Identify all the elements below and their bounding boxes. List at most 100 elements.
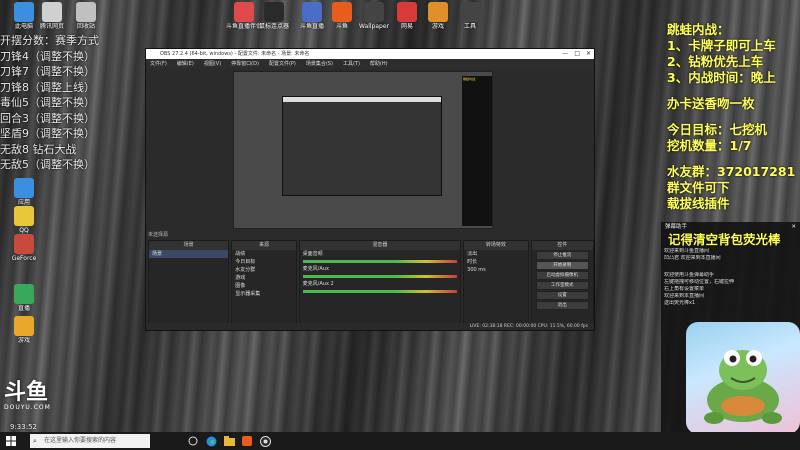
transition-type[interactable]: 淡出: [464, 250, 527, 258]
dock-title: 转场特效: [464, 241, 528, 250]
douyu-logo: 斗鱼 DOUYU.COM: [4, 382, 64, 412]
minimize-icon[interactable]: —: [562, 49, 568, 59]
nested-obs-preview: [282, 96, 442, 196]
menu-docks[interactable]: 停靠窗口(D): [231, 59, 259, 69]
source-item[interactable]: 游戏: [232, 274, 295, 282]
overlay-spacer: [667, 154, 800, 164]
taskbar-search-input[interactable]: ⌕ 在这里输入你要搜索的内容: [30, 434, 150, 448]
scene-panel-label: 未选择源: [148, 232, 169, 238]
overlay-line: 载拔线插件: [667, 196, 730, 211]
mixer-dock: 混音器 桌面音频 麦克风/Aux 麦克风/Aux 2: [298, 240, 462, 324]
source-item[interactable]: 水友分群: [232, 266, 295, 274]
search-icon: ⌕: [33, 437, 37, 445]
recycle-bin-icon: [76, 2, 96, 22]
obs-preview-canvas[interactable]: 跳蛙内战：: [233, 71, 493, 229]
edge-icon[interactable]: [202, 432, 220, 450]
overlay-line: 挖机数量：1/7: [667, 138, 752, 153]
chat-header: 弹幕助手 ✕: [661, 222, 800, 232]
virtual-camera-button[interactable]: 启动虚拟摄像机: [535, 271, 589, 280]
app-icon: [234, 2, 254, 22]
obs-statusbar: LIVE: 02:38:18 REC: 00:00:00 CPU: 11.5%,…: [146, 323, 594, 330]
dock-title: 场景: [149, 241, 229, 250]
chat-title: 弹幕助手: [665, 224, 688, 230]
overlay-spacer: [667, 112, 800, 122]
source-item[interactable]: 图像: [232, 282, 295, 290]
obs-window[interactable]: OBS 27.2.4 (64-bit, windows) - 配置文件: 未命名…: [145, 48, 595, 331]
app-icon: [14, 178, 34, 198]
exit-button[interactable]: 退出: [535, 301, 589, 310]
overlay-line: 办卡送香吻一枚: [667, 96, 755, 111]
window-title: OBS 27.2.4 (64-bit, windows) - 配置文件: 未命名…: [160, 51, 310, 57]
menu-profile[interactable]: 配置文件(P): [269, 59, 296, 69]
maximize-icon[interactable]: □: [574, 49, 580, 59]
app-icon: [397, 2, 417, 22]
scenes-dock: 场景 场景: [148, 240, 230, 324]
app-icon: [428, 2, 448, 22]
stream-clock: 9:33:52: [10, 423, 37, 431]
menu-edit[interactable]: 编辑(E): [177, 59, 194, 69]
menu-tools[interactable]: 工具(T): [343, 59, 360, 69]
desktop-icon-geforce[interactable]: GeForce: [2, 234, 46, 269]
chat-message: 欢迎来到本直播间: [664, 293, 705, 299]
desktop-icon-game-left[interactable]: 游戏: [2, 316, 46, 351]
close-icon[interactable]: ✕: [586, 49, 591, 59]
chat-message: 右上角有设置菜单: [664, 286, 705, 292]
nested-titlebar: [283, 97, 441, 102]
overlay-line: 毒仙5（调整不换）: [0, 96, 95, 109]
left-overlay-text: 开摆分数：赛季方式 刀锋4（调整不换） 刀锋7（调整不换） 刀锋8（调整上线） …: [0, 33, 110, 173]
settings-button[interactable]: 设置: [535, 291, 589, 300]
task-view-icon[interactable]: [184, 432, 202, 450]
close-icon[interactable]: ✕: [791, 222, 796, 232]
source-item[interactable]: 战绩: [232, 250, 295, 258]
menu-scene-collection[interactable]: 场景集合(S): [306, 59, 333, 69]
search-placeholder: 在这里输入你要搜索的内容: [44, 437, 117, 444]
overlay-line: 刀锋8（调整上线）: [0, 80, 95, 94]
volume-meter[interactable]: [302, 275, 458, 278]
volume-meter[interactable]: [302, 260, 458, 263]
app-icon: [460, 2, 480, 22]
menu-help[interactable]: 帮助(H): [370, 59, 388, 69]
app-icon: [364, 2, 384, 22]
source-item[interactable]: 今日目标: [232, 258, 295, 266]
mixer-track-name: 桌面音频: [302, 251, 323, 257]
volume-meter[interactable]: [302, 290, 458, 293]
stop-streaming-button[interactable]: 停止推流: [535, 251, 589, 260]
menu-file[interactable]: 文件(F): [150, 59, 167, 69]
obs-titlebar[interactable]: OBS 27.2.4 (64-bit, windows) - 配置文件: 未命名…: [146, 49, 594, 59]
studio-mode-button[interactable]: 工作室模式: [535, 281, 589, 290]
douyu-domain: DOUYU.COM: [4, 404, 51, 411]
desktop-icon-live[interactable]: 直播: [2, 284, 46, 319]
overlay-line: 坚盾9（调整不换）: [0, 127, 95, 140]
controls-dock: 控件 停止推流 开始录制 启动虚拟摄像机 工作室模式 设置 退出: [530, 240, 594, 324]
overlay-line: 3、内战时间：晚上: [667, 70, 776, 85]
app-icon: [332, 2, 352, 22]
mixer-track-name: 麦克风/Aux 2: [302, 281, 334, 287]
taskbar: ⌕ 在这里输入你要搜索的内容: [0, 432, 800, 450]
qq-icon: [14, 206, 34, 226]
desktop-icon-tools[interactable]: 工具: [448, 2, 492, 37]
transition-duration-label: 时长: [467, 259, 478, 265]
start-button[interactable]: [0, 432, 22, 450]
menu-view[interactable]: 视图(V): [204, 59, 221, 69]
obs-icon[interactable]: [256, 432, 274, 450]
app-icon: [14, 234, 34, 254]
nested-overlay-panel: 跳蛙内战：: [462, 76, 492, 226]
overlay-line: 开摆分数：赛季方式: [0, 34, 99, 47]
overlay-line: 1、卡牌子即可上车: [667, 38, 776, 53]
source-item[interactable]: 显示器采集: [232, 290, 295, 298]
overlay-line: 无敌8 钻石大战: [0, 142, 77, 156]
scene-item[interactable]: 场景: [149, 250, 229, 258]
overlay-line: 水友群：372017281: [667, 164, 796, 179]
explorer-icon[interactable]: [220, 432, 238, 450]
chat-message: 欢迎来到斗鱼直播间: [664, 248, 710, 254]
windows-icon: [6, 436, 16, 446]
start-recording-button[interactable]: 开始录制: [535, 261, 589, 270]
desktop-icon-recycle-bin[interactable]: 回收站: [64, 2, 108, 37]
overlay-line: 2、钻粉优先上车: [667, 54, 764, 69]
right-overlay-text: 跳蛙内战： 1、卡牌子即可上车 2、钻粉优先上车 3、内战时间：晚上 办卡送香吻…: [667, 22, 800, 212]
overlay-line: 刀锋7（调整不换）: [0, 65, 95, 78]
douyu-icon[interactable]: [238, 432, 256, 450]
overlay-line: 跳蛙内战：: [667, 22, 730, 37]
transition-duration[interactable]: 300 ms: [464, 266, 527, 274]
dock-title: 来源: [232, 241, 296, 250]
